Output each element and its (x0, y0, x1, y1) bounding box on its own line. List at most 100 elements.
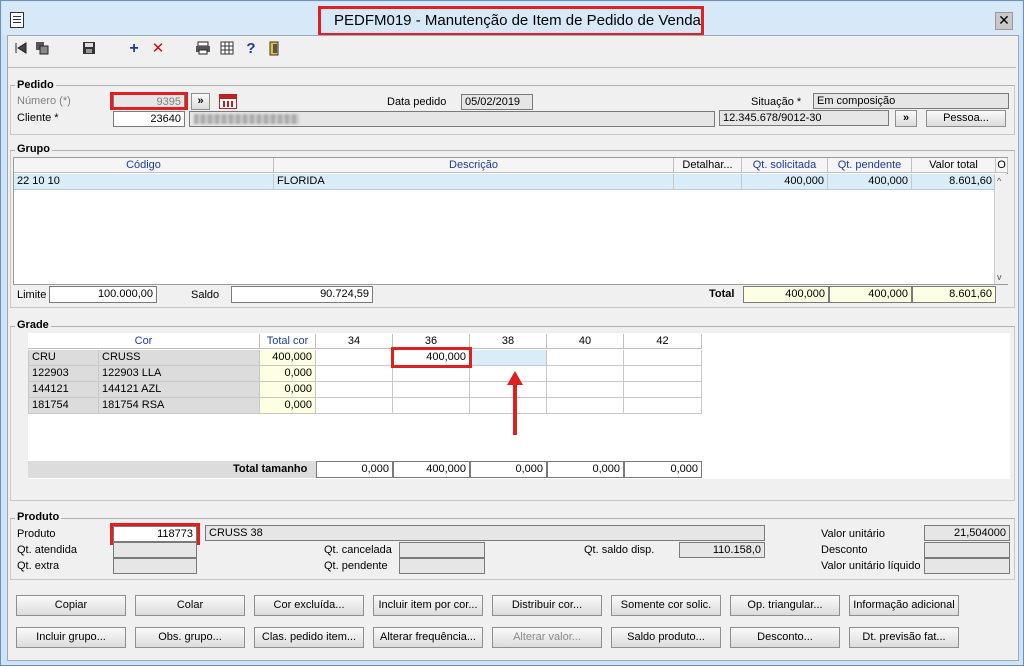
limite-field[interactable]: 100.000,00 (49, 286, 157, 303)
grade-col-cor[interactable]: Cor (28, 334, 260, 349)
valor-unitario-field[interactable]: 21,504000 (924, 525, 1010, 541)
close-button[interactable]: ✕ (995, 12, 1013, 30)
saldo-field[interactable]: 90.724,59 (231, 286, 373, 303)
grade-cell-total-cor[interactable]: 0,000 (260, 382, 316, 398)
grupo-cell-codigo[interactable]: 22 10 10 (14, 174, 274, 190)
qt-extra-field[interactable] (113, 558, 197, 574)
colar-button[interactable]: Colar (135, 595, 245, 616)
qt-saldo-field[interactable]: 110.158,0 (679, 542, 765, 558)
grade-cell-size[interactable] (624, 366, 702, 382)
calendar-icon[interactable] (219, 94, 237, 109)
desconto-button[interactable]: Desconto... (730, 627, 840, 648)
col-valor-total[interactable]: Valor total (912, 158, 996, 173)
grade-cell-size[interactable] (624, 382, 702, 398)
data-pedido-field[interactable]: 05/02/2019 (461, 94, 533, 110)
first-record-icon[interactable] (13, 41, 29, 58)
cliente-name-redacted (194, 114, 299, 124)
app-menu-icon[interactable] (10, 12, 24, 28)
cliente-name-field[interactable] (189, 111, 715, 127)
situacao-field[interactable]: Em composição (813, 93, 1009, 109)
distribuir-cor-button[interactable]: Distribuir cor... (492, 595, 602, 616)
col-qt-solicitada[interactable]: Qt. solicitada (742, 158, 828, 173)
grade-cell-size[interactable] (393, 398, 470, 414)
informacao-adicional-button[interactable]: Informação adicional (849, 595, 959, 616)
grade-cell-size[interactable] (547, 366, 624, 382)
op-triangular-button[interactable]: Op. triangular... (730, 595, 840, 616)
help-icon[interactable]: ? (243, 41, 259, 57)
dt-previsao-fat-button[interactable]: Dt. previsão fat... (849, 627, 959, 648)
clas-pedido-item-button[interactable]: Clas. pedido item... (254, 627, 364, 648)
grupo-cell-descricao[interactable]: FLORIDA (274, 174, 674, 190)
grade-cell-size[interactable] (624, 350, 702, 366)
grade-cell-name[interactable]: 122903 LLA (99, 366, 260, 382)
grade-cell-size[interactable] (316, 350, 393, 366)
col-codigo[interactable]: Código (14, 158, 274, 173)
col-detalhar[interactable]: Detalhar... (674, 158, 742, 173)
produto-label: Produto (17, 528, 56, 540)
grade-cell-size[interactable] (547, 398, 624, 414)
alterar-valor-button[interactable]: Alterar valor... (492, 627, 602, 648)
grupo-cell-qt-pendente[interactable]: 400,000 (828, 174, 912, 190)
obs-grupo-button[interactable]: Obs. grupo... (135, 627, 245, 648)
saldo-produto-button[interactable]: Saldo produto... (611, 627, 721, 648)
calculator-icon[interactable] (219, 41, 235, 58)
add-icon[interactable]: + (126, 41, 142, 57)
grade-col-size[interactable]: 38 (470, 334, 547, 349)
col-qt-pendente[interactable]: Qt. pendente (828, 158, 912, 173)
grade-col-total-cor[interactable]: Total cor (260, 334, 316, 349)
cnpj-field[interactable]: 12.345.678/9012-30 (719, 110, 889, 126)
scroll-up-icon[interactable]: ^ (997, 176, 1001, 186)
grade-cell-size[interactable] (316, 366, 393, 382)
scroll-down-icon[interactable]: v (997, 272, 1002, 282)
grade-cell-size[interactable] (470, 350, 547, 366)
grade-cell-size[interactable] (393, 382, 470, 398)
grade-cell-name[interactable]: CRUSS (99, 350, 260, 366)
incluir-grupo-button[interactable]: Incluir grupo... (16, 627, 126, 648)
col-descricao[interactable]: Descrição (274, 158, 674, 173)
grade-cell-size[interactable] (316, 398, 393, 414)
grade-col-size[interactable]: 42 (624, 334, 702, 349)
cnpj-nav-button[interactable]: » (895, 110, 917, 127)
grade-col-size[interactable]: 34 (316, 334, 393, 349)
grade-cell-size[interactable] (624, 398, 702, 414)
numero-nav-button[interactable]: » (191, 93, 210, 110)
grade-cell-code[interactable]: 144121 (28, 382, 99, 398)
print-icon[interactable] (195, 41, 211, 58)
cliente-field[interactable]: 23640 (113, 111, 185, 127)
grupo-cell-detalhar[interactable] (674, 174, 742, 190)
grade-cell-code[interactable]: 181754 (28, 398, 99, 414)
grupo-cell-valor-total[interactable]: 8.601,60 (912, 174, 996, 190)
total-label: Total (709, 288, 735, 300)
pessoa-button[interactable]: Pessoa... (926, 110, 1006, 127)
copiar-button[interactable]: Copiar (16, 595, 126, 616)
alterar-frequencia-button[interactable]: Alterar frequência... (373, 627, 483, 648)
grade-cell-total-cor[interactable]: 0,000 (260, 366, 316, 382)
somente-cor-solic-button[interactable]: Somente cor solic. (611, 595, 721, 616)
grade-cell-size[interactable] (316, 382, 393, 398)
valor-liquido-field[interactable] (924, 558, 1010, 574)
grade-col-size[interactable]: 40 (547, 334, 624, 349)
qt-cancelada-field[interactable] (399, 542, 485, 558)
grade-cell-size[interactable] (393, 366, 470, 382)
grade-cell-total-cor[interactable]: 400,000 (260, 350, 316, 366)
save-icon[interactable] (81, 41, 97, 58)
produto-desc-field[interactable]: CRUSS 38 (205, 525, 765, 541)
exit-icon[interactable] (266, 41, 282, 59)
grade-cell-size[interactable] (547, 382, 624, 398)
copy-record-icon[interactable] (34, 41, 50, 58)
grupo-scrollbar[interactable]: ^ v (994, 174, 1008, 284)
grade-cell-size[interactable] (547, 350, 624, 366)
qt-atendida-field[interactable] (113, 542, 197, 558)
qt-pendente-field[interactable] (399, 558, 485, 574)
desconto-field[interactable] (924, 542, 1010, 558)
cor-excluida-button[interactable]: Cor excluída... (254, 595, 364, 616)
incluir-item-por-cor-button[interactable]: Incluir item por cor... (373, 595, 483, 616)
grade-cell-code[interactable]: 122903 (28, 366, 99, 382)
grupo-cell-qt-solicitada[interactable]: 400,000 (742, 174, 828, 190)
grade-cell-name[interactable]: 181754 RSA (99, 398, 260, 414)
col-o[interactable]: O (996, 158, 1008, 173)
grade-cell-code[interactable]: CRU (28, 350, 99, 366)
delete-icon[interactable]: ✕ (150, 41, 166, 57)
grade-cell-name[interactable]: 144121 AZL (99, 382, 260, 398)
grade-cell-total-cor[interactable]: 0,000 (260, 398, 316, 414)
